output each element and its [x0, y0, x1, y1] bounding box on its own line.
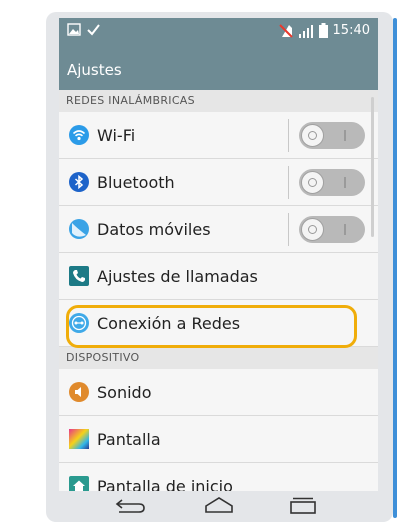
status-bar: 15:40: [59, 18, 378, 46]
settings-item-sound[interactable]: Sonido: [59, 369, 378, 416]
mobile-data-label: Datos móviles: [97, 220, 211, 239]
settings-item-bluetooth[interactable]: Bluetooth: [59, 159, 378, 206]
display-label: Pantalla: [97, 430, 161, 449]
no-sim-icon: [278, 23, 293, 38]
gallery-notification-icon: [67, 23, 81, 36]
home-nav-icon[interactable]: [201, 495, 237, 515]
navigation-bar: [59, 491, 378, 518]
bluetooth-toggle[interactable]: [288, 166, 366, 199]
settings-item-home-screen[interactable]: Pantalla de inicio: [59, 463, 378, 491]
section-device: DISPOSITIVO: [59, 347, 378, 369]
back-icon[interactable]: [113, 495, 149, 515]
sound-label: Sonido: [97, 383, 152, 402]
settings-item-call-settings[interactable]: Ajustes de llamadas: [59, 253, 378, 300]
mobile-data-toggle[interactable]: [288, 213, 366, 246]
screen: 15:40 Ajustes REDES INALÁMBRICAS Wi-Fi B…: [59, 18, 378, 491]
display-icon: [69, 429, 89, 449]
bluetooth-icon: [69, 172, 89, 192]
title-bar: Ajustes: [59, 46, 378, 90]
call-settings-label: Ajustes de llamadas: [97, 267, 258, 286]
wifi-icon: [69, 125, 89, 145]
mobile-data-icon: [69, 219, 89, 239]
checkmark-notification-icon: [87, 24, 100, 36]
settings-item-mobile-data[interactable]: Datos móviles: [59, 206, 378, 253]
home-icon: [69, 476, 89, 491]
signal-icon: [298, 24, 313, 38]
home-screen-label: Pantalla de inicio: [97, 477, 233, 491]
battery-icon: [318, 23, 328, 38]
page-title: Ajustes: [67, 61, 122, 79]
phone-icon: [69, 266, 89, 286]
speaker-icon: [69, 382, 89, 402]
wifi-toggle[interactable]: [288, 119, 366, 152]
settings-item-wifi[interactable]: Wi-Fi: [59, 112, 378, 159]
bluetooth-label: Bluetooth: [97, 173, 175, 192]
scrollbar[interactable]: [371, 97, 374, 237]
device-edge: [393, 18, 397, 518]
settings-item-display[interactable]: Pantalla: [59, 416, 378, 463]
section-wireless: REDES INALÁMBRICAS: [59, 90, 378, 112]
wifi-label: Wi-Fi: [97, 126, 136, 145]
networks-highlight-box: [66, 305, 357, 348]
status-time: 15:40: [332, 23, 370, 38]
recent-apps-icon[interactable]: [285, 495, 321, 515]
